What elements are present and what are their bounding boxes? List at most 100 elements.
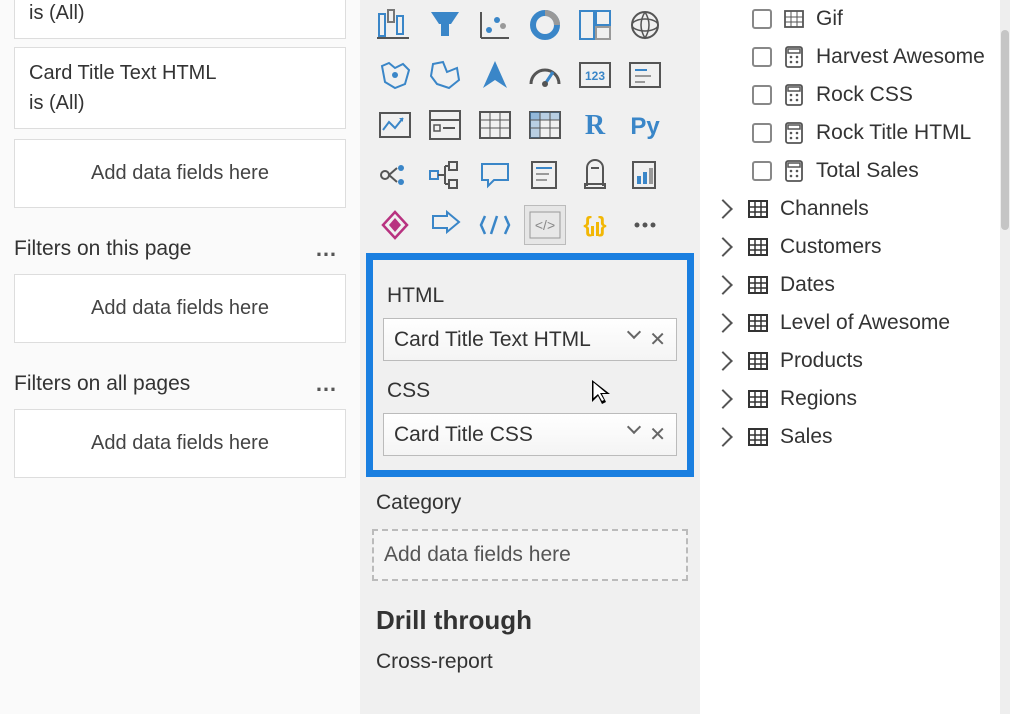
field-item[interactable]: Rock CSS (710, 76, 1000, 114)
field-label: Harvest Awesome (816, 45, 985, 69)
viz-power-automate-icon[interactable] (424, 205, 466, 245)
calculator-icon (782, 159, 806, 183)
viz-funnel-icon[interactable] (424, 5, 466, 45)
field-well-html-label: HTML (381, 270, 679, 314)
viz-multirow-card-icon[interactable] (624, 55, 666, 95)
chevron-right-icon (713, 313, 733, 333)
calculator-icon (782, 121, 806, 145)
svg-text:</>: </> (535, 217, 555, 233)
field-item[interactable]: Harvest Awesome (710, 38, 1000, 76)
field-label: Gif (816, 7, 843, 31)
field-chip-css[interactable]: Card Title CSS ✕ (383, 413, 677, 456)
field-label: Rock CSS (816, 83, 913, 107)
viz-html-content-icon[interactable]: </> (524, 205, 566, 245)
viz-paginated-icon[interactable] (624, 155, 666, 195)
table-label: Sales (780, 425, 833, 449)
table-item[interactable]: Sales (710, 418, 1000, 456)
table-item[interactable]: Channels (710, 190, 1000, 228)
viz-more-icon[interactable] (624, 205, 666, 245)
chevron-right-icon (713, 351, 733, 371)
viz-python-icon[interactable]: Py (624, 105, 666, 145)
viz-power-apps-icon[interactable] (374, 205, 416, 245)
viz-map-globe-icon[interactable] (624, 5, 666, 45)
checkbox[interactable] (752, 47, 772, 67)
chevron-down-icon[interactable] (627, 420, 641, 434)
table-item[interactable]: Customers (710, 228, 1000, 266)
filter-dropzone-allpages[interactable]: Add data fields here (14, 409, 346, 478)
table-item[interactable]: Level of Awesome (710, 304, 1000, 342)
svg-text:R: R (585, 110, 606, 141)
visualizations-pane: 123 R Py </> { } HTML (360, 0, 700, 714)
viz-table-icon[interactable] (474, 105, 516, 145)
more-icon[interactable]: … (315, 371, 338, 397)
calculator-icon (782, 45, 806, 69)
table-label: Channels (780, 197, 869, 221)
filter-dropzone-page[interactable]: Add data fields here (14, 274, 346, 343)
table-item[interactable]: Products (710, 342, 1000, 380)
viz-smart-narrative-icon[interactable] (524, 155, 566, 195)
visualizations-grid: 123 R Py </> { } (370, 0, 690, 253)
viz-decomposition-tree-icon[interactable] (424, 155, 466, 195)
filter-condition: is (All) (29, 0, 331, 28)
filter-dropzone-visual[interactable]: Add data fields here (14, 139, 346, 208)
svg-text:{ }: { } (583, 212, 607, 237)
chevron-right-icon (713, 199, 733, 219)
table-icon (746, 197, 770, 221)
viz-gauge-icon[interactable] (524, 55, 566, 95)
viz-scatter-icon[interactable] (474, 5, 516, 45)
more-icon[interactable]: … (315, 236, 338, 262)
viz-waterfall-icon[interactable] (374, 5, 416, 45)
viz-r-script-icon[interactable]: R (574, 105, 616, 145)
table-icon (746, 349, 770, 373)
scrollbar-thumb[interactable] (1001, 30, 1009, 230)
table-icon (746, 425, 770, 449)
filter-card[interactable]: Card Title Text HTML is (All) (14, 47, 346, 129)
field-item[interactable]: Total Sales (710, 152, 1000, 190)
table-label: Level of Awesome (780, 311, 950, 335)
table-label: Dates (780, 273, 835, 297)
viz-custom-visual-icon[interactable]: { } (574, 205, 616, 245)
field-wells-highlight: HTML Card Title Text HTML ✕ CSS Card Tit… (366, 253, 694, 477)
viz-filled-map-icon[interactable] (374, 55, 416, 95)
table-label: Customers (780, 235, 882, 259)
fields-pane: Gif Harvest Awesome Rock CSS Rock Title HTM… (700, 0, 1010, 714)
viz-treemap-icon[interactable] (574, 5, 616, 45)
filter-card-partial[interactable]: is (All) (14, 0, 346, 39)
viz-slicer-icon[interactable] (424, 105, 466, 145)
filters-allpages-header: Filters on all pages … (8, 353, 352, 399)
svg-text:Py: Py (630, 113, 660, 140)
viz-custom-flow-icon[interactable] (474, 205, 516, 245)
section-title: Filters on this page (14, 237, 191, 261)
svg-text:123: 123 (585, 69, 605, 83)
table-item[interactable]: Dates (710, 266, 1000, 304)
checkbox[interactable] (752, 161, 772, 181)
viz-azure-map-icon[interactable] (474, 55, 516, 95)
filters-pane: is (All) Card Title Text HTML is (All) A… (0, 0, 360, 714)
remove-field-icon[interactable]: ✕ (649, 327, 666, 352)
checkbox[interactable] (752, 9, 772, 29)
viz-card-icon[interactable]: 123 (574, 55, 616, 95)
chevron-right-icon (713, 389, 733, 409)
drill-through-header: Drill through (370, 581, 690, 642)
viz-shape-map-icon[interactable] (424, 55, 466, 95)
filter-condition: is (All) (29, 88, 331, 118)
viz-qna-icon[interactable] (474, 155, 516, 195)
field-label: Total Sales (816, 159, 919, 183)
checkbox[interactable] (752, 85, 772, 105)
checkbox[interactable] (752, 123, 772, 143)
viz-goals-icon[interactable] (574, 155, 616, 195)
remove-field-icon[interactable]: ✕ (649, 422, 666, 447)
viz-donut-icon[interactable] (524, 5, 566, 45)
field-chip-html[interactable]: Card Title Text HTML ✕ (383, 318, 677, 361)
section-title: Filters on all pages (14, 372, 190, 396)
field-item[interactable]: Gif (710, 0, 1000, 38)
table-item[interactable]: Regions (710, 380, 1000, 418)
viz-matrix-icon[interactable] (524, 105, 566, 145)
field-item[interactable]: Rock Title HTML (710, 114, 1000, 152)
chip-text: Card Title Text HTML (394, 328, 591, 352)
chevron-down-icon[interactable] (627, 325, 641, 339)
viz-key-influencers-icon[interactable] (374, 155, 416, 195)
category-dropzone[interactable]: Add data fields here (372, 529, 688, 581)
viz-kpi-icon[interactable] (374, 105, 416, 145)
scrollbar[interactable] (1000, 0, 1010, 714)
